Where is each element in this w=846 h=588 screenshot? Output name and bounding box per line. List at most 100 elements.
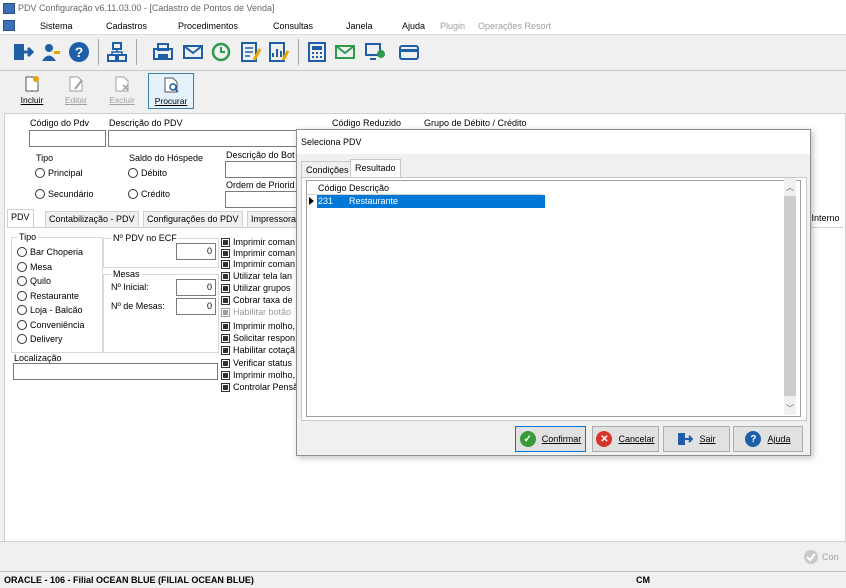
excluir-button: Excluir: [100, 73, 144, 109]
results-grid[interactable]: Código Descrição 231 Restaurante: [306, 180, 801, 417]
network-icon[interactable]: [104, 38, 130, 66]
menu-ajuda[interactable]: Ajuda: [402, 21, 425, 31]
saldo-debito-radio[interactable]: Débito: [128, 168, 167, 178]
nr-mesas-input[interactable]: 0: [176, 298, 216, 315]
cell-codigo: 231: [318, 196, 334, 206]
editar-label: Editar: [64, 95, 88, 105]
current-row-indicator-icon: [309, 197, 314, 205]
dialog-tab-resultado[interactable]: Resultado: [350, 159, 401, 178]
saldo-credito-radio[interactable]: Crédito: [128, 189, 170, 199]
tipo-restaurante-label: Restaurante: [30, 291, 80, 301]
edit-document-icon: [69, 76, 83, 92]
tipo-quilo-radio[interactable]: Quilo: [17, 276, 51, 286]
codigo-pdv-input[interactable]: [29, 130, 106, 147]
incluir-button[interactable]: Incluir: [10, 73, 54, 109]
seleciona-pdv-dialog: Seleciona PDV Condições Resultado Código…: [296, 129, 811, 456]
option-checkbox[interactable]: Imprimir molho,: [221, 321, 295, 331]
history-icon[interactable]: [208, 38, 234, 66]
cancelar-label: Cancelar: [618, 434, 655, 444]
option-checkbox[interactable]: Habilitar cotaçã: [221, 345, 295, 355]
option-checkbox[interactable]: Verificar status: [221, 358, 292, 368]
card-icon[interactable]: [396, 38, 422, 66]
grid-vertical-scrollbar[interactable]: ︿ ﹀: [784, 178, 796, 415]
bottom-button-strip: [0, 541, 846, 571]
option-label: Imprimir molho,: [233, 370, 296, 380]
scroll-up-icon[interactable]: ︿: [784, 182, 796, 194]
check-icon: ✓: [519, 431, 536, 447]
tipo-mesa-radio[interactable]: Mesa: [17, 262, 52, 272]
tipo-bar-choperia-label: Bar Choperia: [30, 247, 84, 257]
confirmar-button[interactable]: ✓ Confirmar: [515, 426, 586, 452]
menu-janela[interactable]: Janela: [346, 21, 373, 31]
menu-sistema[interactable]: Sistema: [40, 21, 73, 31]
nr-pdv-ecf-input[interactable]: 0: [176, 243, 216, 260]
tab-configuracoes[interactable]: Configurações do PDV: [143, 211, 243, 227]
descricao-pdv-input[interactable]: [108, 130, 298, 147]
column-descricao[interactable]: Descrição: [349, 183, 389, 193]
mail-icon[interactable]: [180, 38, 206, 66]
grid-header: Código Descrição: [307, 181, 543, 195]
option-checkbox[interactable]: Imprimir molho,: [221, 370, 295, 380]
cancel-icon: ✕: [596, 431, 613, 447]
tab-pdv[interactable]: PDV: [7, 209, 34, 227]
option-label: Imprimir molho,: [233, 321, 296, 331]
tipo-restaurante-radio[interactable]: Restaurante: [17, 291, 79, 301]
monitor-user-icon[interactable]: [362, 38, 388, 66]
help-icon[interactable]: ?: [66, 38, 92, 66]
sair-button[interactable]: Sair: [663, 426, 730, 452]
report-icon[interactable]: [266, 38, 292, 66]
option-checkbox[interactable]: Utilizar grupos: [221, 283, 291, 293]
status-connection: ORACLE - 106 - Filial OCEAN BLUE (FILIAL…: [4, 575, 254, 585]
nr-inicial-input[interactable]: 0: [176, 279, 216, 296]
tipo-principal-label: Principal: [48, 168, 83, 178]
option-label: Utilizar tela lan: [233, 271, 293, 281]
option-label: Habilitar botão: [233, 307, 292, 317]
descricao-botao-input[interactable]: [225, 161, 297, 178]
edit-list-icon[interactable]: [238, 38, 264, 66]
exit-icon[interactable]: [10, 38, 36, 66]
tipo-delivery-radio[interactable]: Delivery: [17, 334, 63, 344]
menu-consultas[interactable]: Consultas: [273, 21, 313, 31]
option-checkbox[interactable]: Solicitar respon: [221, 333, 295, 343]
tipo-loja-balcao-radio[interactable]: Loja - Balcão: [17, 305, 83, 315]
nr-inicial-label: Nº Inicial:: [111, 282, 149, 292]
option-checkbox[interactable]: Imprimir coman: [221, 237, 295, 247]
tipo-secundario-radio[interactable]: Secundário: [35, 189, 94, 199]
option-checkbox[interactable]: Controlar Pensã: [221, 382, 298, 392]
grupo-debito-credito-label: Grupo de Débito / Crédito: [424, 118, 527, 128]
ajuda-button[interactable]: ? Ajuda: [733, 426, 803, 452]
calculator-icon[interactable]: [304, 38, 330, 66]
printer-icon[interactable]: [150, 38, 176, 66]
option-checkbox[interactable]: Imprimir coman: [221, 248, 295, 258]
localizacao-input[interactable]: [13, 363, 218, 380]
tipo-secundario-label: Secundário: [48, 189, 94, 199]
menu-app-icon[interactable]: [3, 20, 15, 31]
tipo-label: Tipo: [36, 153, 54, 163]
scroll-thumb[interactable]: [784, 196, 796, 396]
cell-descricao: Restaurante: [349, 196, 399, 206]
tipo-principal-radio[interactable]: Principal: [35, 168, 83, 178]
option-checkbox[interactable]: Imprimir coman: [221, 259, 295, 269]
table-row[interactable]: 231 Restaurante: [317, 195, 545, 208]
confirmar-label: Confirmar: [541, 434, 582, 444]
procurar-button[interactable]: Procurar: [148, 73, 194, 109]
column-codigo[interactable]: Código: [318, 183, 347, 193]
option-label: Imprimir coman: [233, 259, 296, 269]
scroll-down-icon[interactable]: ﹀: [784, 403, 796, 415]
menu-procedimentos[interactable]: Procedimentos: [178, 21, 238, 31]
option-checkbox[interactable]: Cobrar taxa de: [221, 295, 293, 305]
tab-contabilizacao[interactable]: Contabilização - PDV: [45, 211, 139, 227]
cancelar-button[interactable]: ✕ Cancelar: [592, 426, 659, 452]
menu-cadastros[interactable]: Cadastros: [106, 21, 147, 31]
option-checkbox[interactable]: Utilizar tela lan: [221, 271, 292, 281]
tipo-bar-choperia-radio[interactable]: Bar Choperia: [17, 247, 83, 257]
ordem-prioridade-input[interactable]: [225, 191, 297, 208]
dialog-tab-condicoes[interactable]: Condições: [301, 161, 354, 178]
tipo-quilo-label: Quilo: [30, 276, 52, 286]
tipo-conveniencia-radio[interactable]: Conveniência: [17, 320, 85, 330]
send-mail-icon[interactable]: [332, 38, 358, 66]
mesas-label: Mesas: [111, 269, 142, 279]
user-key-icon[interactable]: [38, 38, 64, 66]
nr-pdv-ecf-label: Nº PDV no ECF: [111, 233, 179, 243]
confirm-partial-label: Con: [822, 552, 839, 562]
